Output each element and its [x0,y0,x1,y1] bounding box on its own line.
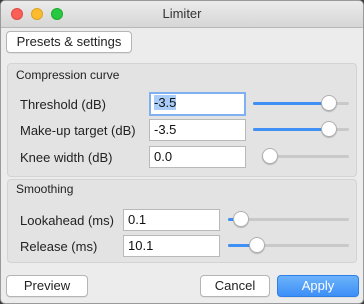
slider-knob[interactable] [249,237,265,253]
window-title: Limiter [162,6,202,21]
threshold-value: -3.5 [154,95,177,110]
smoothing-group: Smoothing Lookahead (ms) 0.1 Release (ms… [7,179,357,263]
threshold-label: Threshold (dB) [20,97,106,112]
compression-curve-title: Compression curve [16,68,120,82]
preview-button[interactable]: Preview [6,275,88,297]
makeup-target-field[interactable]: -3.5 [149,119,246,141]
knee-width-slider[interactable] [262,148,349,164]
release-slider[interactable] [228,237,349,253]
cancel-button[interactable]: Cancel [200,275,270,297]
presets-settings-button[interactable]: Presets & settings [6,31,132,53]
release-field[interactable]: 10.1 [123,235,220,257]
slider-fill [253,102,329,105]
title-bar[interactable]: Limiter [1,1,363,28]
knee-width-field[interactable]: 0.0 [149,146,246,168]
slider-knob[interactable] [262,148,278,164]
apply-button[interactable]: Apply [277,275,359,297]
release-label: Release (ms) [20,239,98,254]
slider-knob[interactable] [321,95,337,111]
threshold-field[interactable]: -3.5 [149,92,246,116]
slider-fill [253,128,329,131]
lookahead-slider[interactable] [228,211,349,227]
makeup-target-slider[interactable] [253,121,349,137]
limiter-dialog: Limiter Presets & settings Compression c… [0,0,364,304]
threshold-slider[interactable] [253,95,349,111]
slider-knob[interactable] [233,211,249,227]
lookahead-field[interactable]: 0.1 [123,209,220,231]
makeup-target-label: Make-up target (dB) [20,123,136,138]
slider-knob[interactable] [321,121,337,137]
compression-curve-group: Compression curve Threshold (dB) -3.5 Ma… [7,63,357,177]
knee-width-label: Knee width (dB) [20,150,113,165]
smoothing-title: Smoothing [16,182,74,196]
lookahead-label: Lookahead (ms) [20,213,114,228]
